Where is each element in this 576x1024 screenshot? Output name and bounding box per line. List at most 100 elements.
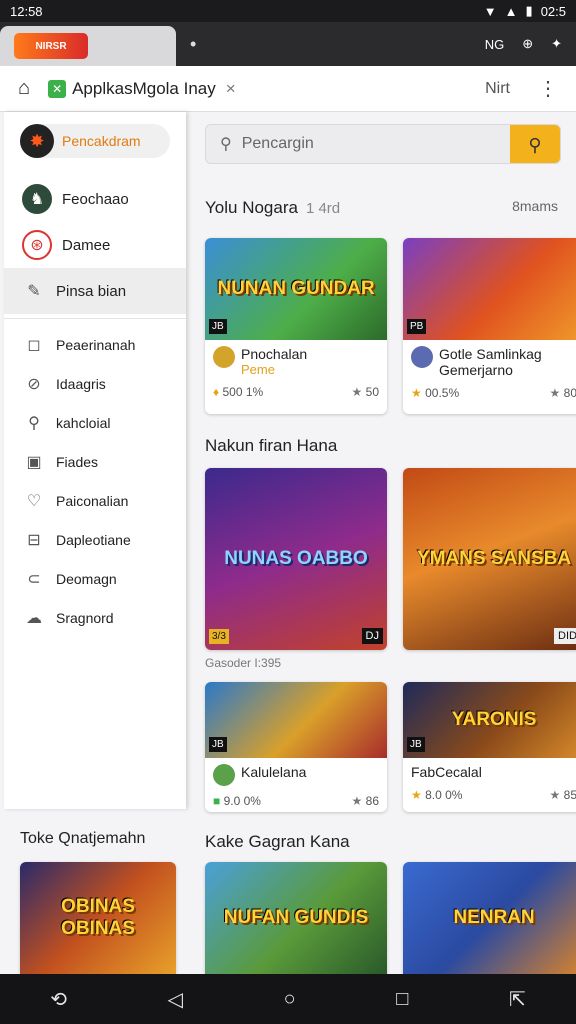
game-stat: 9.0 0% (223, 794, 261, 808)
user-icon: ⚲ (28, 414, 40, 432)
section-title-1: Yolu Nogara 1 4rd (205, 198, 340, 218)
game-card[interactable]: NUFAN GUNDIS (205, 862, 387, 974)
rating-badge: 3/3 (209, 629, 229, 644)
menu-icon[interactable]: ⋮ (538, 76, 558, 101)
share-icon[interactable]: ⇱ (509, 987, 526, 1012)
sidebar-item-6[interactable]: ▣ Fiades (4, 442, 186, 481)
sidebar: ✸ Pencakdram ♞ Feochaao ⊛ Damee ✎ Pinsa … (4, 112, 186, 809)
home-icon[interactable]: ○ (284, 988, 296, 1011)
avatar: ✸ (20, 124, 54, 158)
sidebar-item-8[interactable]: ⊟ Dapleotiane (4, 520, 186, 559)
sidebar-item-7[interactable]: ♡ Paiconalian (4, 481, 186, 520)
chat-icon: ◻ (27, 336, 41, 354)
sidebar-item-9[interactable]: ⊂ Deomagn (4, 559, 186, 598)
star-icon: ★ (549, 788, 561, 802)
active-tab[interactable]: NIRSR (0, 26, 176, 66)
game-title: Kalulelana (241, 764, 307, 780)
trophy-icon: ♦ (213, 385, 220, 399)
game-subtitle: Peme (241, 362, 275, 377)
recent-apps-icon[interactable]: □ (396, 988, 408, 1011)
sidebar-item-label: kahcloial (56, 414, 111, 431)
search-user-icon: ⊂ (27, 570, 41, 588)
section-title-2: Nakun firan Hana (205, 436, 338, 455)
game-card[interactable]: OBINAS OBINAS (20, 862, 176, 974)
sidebar-item-label: Damee (62, 236, 111, 254)
sidebar-item-label: Peaerinanah (56, 336, 136, 353)
close-icon[interactable]: × (226, 79, 236, 99)
sidebar-item-4[interactable]: ⊘ Idaagris (4, 364, 186, 403)
game-art: NUNAN GUNDAR JB (205, 238, 387, 340)
signal-icon: ▲ (504, 3, 518, 19)
home-icon[interactable]: ⌂ (18, 77, 30, 100)
game-score: 86 (365, 794, 379, 808)
game-art-title: OBINAS OBINAS (61, 896, 135, 939)
search-icon: ⚲ (220, 136, 232, 153)
game-stat: 8.0 0% (425, 788, 463, 802)
featured-game-card[interactable]: NUNAS OABBO 3/3 DJ (205, 468, 387, 650)
sidebar-item-label: Sragnord (56, 609, 114, 626)
battery-icon: ▮ (525, 3, 533, 18)
game-art: JB (205, 682, 387, 758)
status-bar: 12:58 ▼ ▲ ▮ 02:5 (0, 0, 576, 22)
diagnostic-icon: ⊘ (27, 375, 41, 393)
sidebar-item-label: Fiades (56, 453, 99, 470)
game-title: Pnochalan (241, 346, 308, 362)
sidebar-item-1[interactable]: ⊛ Damee (4, 222, 186, 268)
game-card[interactable]: YARONIS JB FabCecalal ★ 8.0 0% ★ 85 (403, 682, 576, 812)
rotate-icon[interactable]: ⟲ (50, 987, 67, 1012)
back-icon[interactable]: ◁ (168, 987, 183, 1012)
sidebar-item-5[interactable]: ⚲ kahcloial (4, 403, 186, 442)
game-icon (213, 764, 235, 786)
game-icon (411, 346, 433, 368)
game-art-title: NENRAN (453, 907, 535, 928)
trophy-icon: ■ (213, 794, 221, 808)
game-title: Gotle Samlinkag Gemerjarno (439, 346, 542, 378)
see-more-link[interactable]: 8mams (512, 198, 558, 214)
game-score: 85 (563, 788, 576, 802)
section-title-left: Toke Qnatjemahn (20, 830, 146, 847)
search-placeholder: Pencargin (241, 135, 314, 152)
featured-game-card[interactable]: YMANS SANSBA DID (403, 468, 576, 650)
rating-badge: JB (209, 737, 227, 752)
sidebar-item-10[interactable]: ☁ Sragnord (4, 598, 186, 637)
game-card[interactable]: JB Kalulelana ■ 9.0 0% ★ 86 (205, 682, 387, 812)
star-icon: ★ (411, 386, 422, 400)
game-art: NUFAN GUNDIS (205, 862, 387, 974)
next-button[interactable]: Nirt (485, 80, 510, 98)
rating-badge: JB (407, 737, 425, 752)
game-art: NENRAN (403, 862, 576, 974)
tab-action-1[interactable]: NG (485, 37, 505, 52)
window-icon: ⊟ (27, 531, 41, 549)
game-card[interactable]: PB Gotle Samlinkag Gemerjarno ★ 00.5% ★ 8… (403, 238, 576, 414)
sidebar-profile[interactable]: ✸ Pencakdram (20, 124, 170, 158)
game-art: OBINAS OBINAS (20, 862, 176, 974)
game-card[interactable]: NENRAN (403, 862, 576, 974)
sidebar-profile-label: Pencakdram (62, 133, 141, 149)
star-icon: ★ (549, 386, 561, 400)
address-bar: ⌂ ✕ ApplkasMgola Inay × Nirt ⋮ (0, 66, 576, 112)
search-input[interactable]: ⚲ Pencargin ⚲ (205, 124, 561, 164)
game-art-title: YARONIS (451, 709, 537, 730)
page-title[interactable]: ApplkasMgola Inay (72, 79, 216, 99)
tab-action-2[interactable]: ⊕ (522, 36, 533, 52)
sidebar-item-2[interactable]: ✎ Pinsa bian (4, 268, 186, 314)
sidebar-item-label: Pinsa bian (56, 282, 127, 300)
search-button[interactable]: ⚲ (510, 125, 560, 163)
search-icon: ⚲ (528, 134, 542, 155)
edit-icon: ✎ (27, 283, 41, 300)
sidebar-item-label: Paiconalian (56, 492, 129, 509)
sidebar-item-3[interactable]: ◻ Peaerinanah (4, 325, 186, 364)
game-icon[interactable]: ✦ (551, 36, 562, 52)
sidebar-item-0[interactable]: ♞ Feochaao (4, 176, 186, 222)
star-icon: ★ (411, 788, 422, 802)
game-stat: 500 1% (222, 385, 264, 399)
divider (4, 318, 186, 319)
section-title-text: Yolu Nogara (205, 198, 298, 217)
section-title-3: Kake Gagran Kana (205, 832, 350, 851)
clock: 12:58 (10, 3, 43, 19)
star-icon: ★ (351, 794, 363, 808)
game-score: 50 (365, 385, 379, 399)
game-card[interactable]: NUNAN GUNDAR JB Pnochalan Peme ♦ 500 1% ★… (205, 238, 387, 414)
game-art: YMANS SANSBA DID (403, 468, 576, 650)
platform-badge: DJ (361, 628, 383, 644)
